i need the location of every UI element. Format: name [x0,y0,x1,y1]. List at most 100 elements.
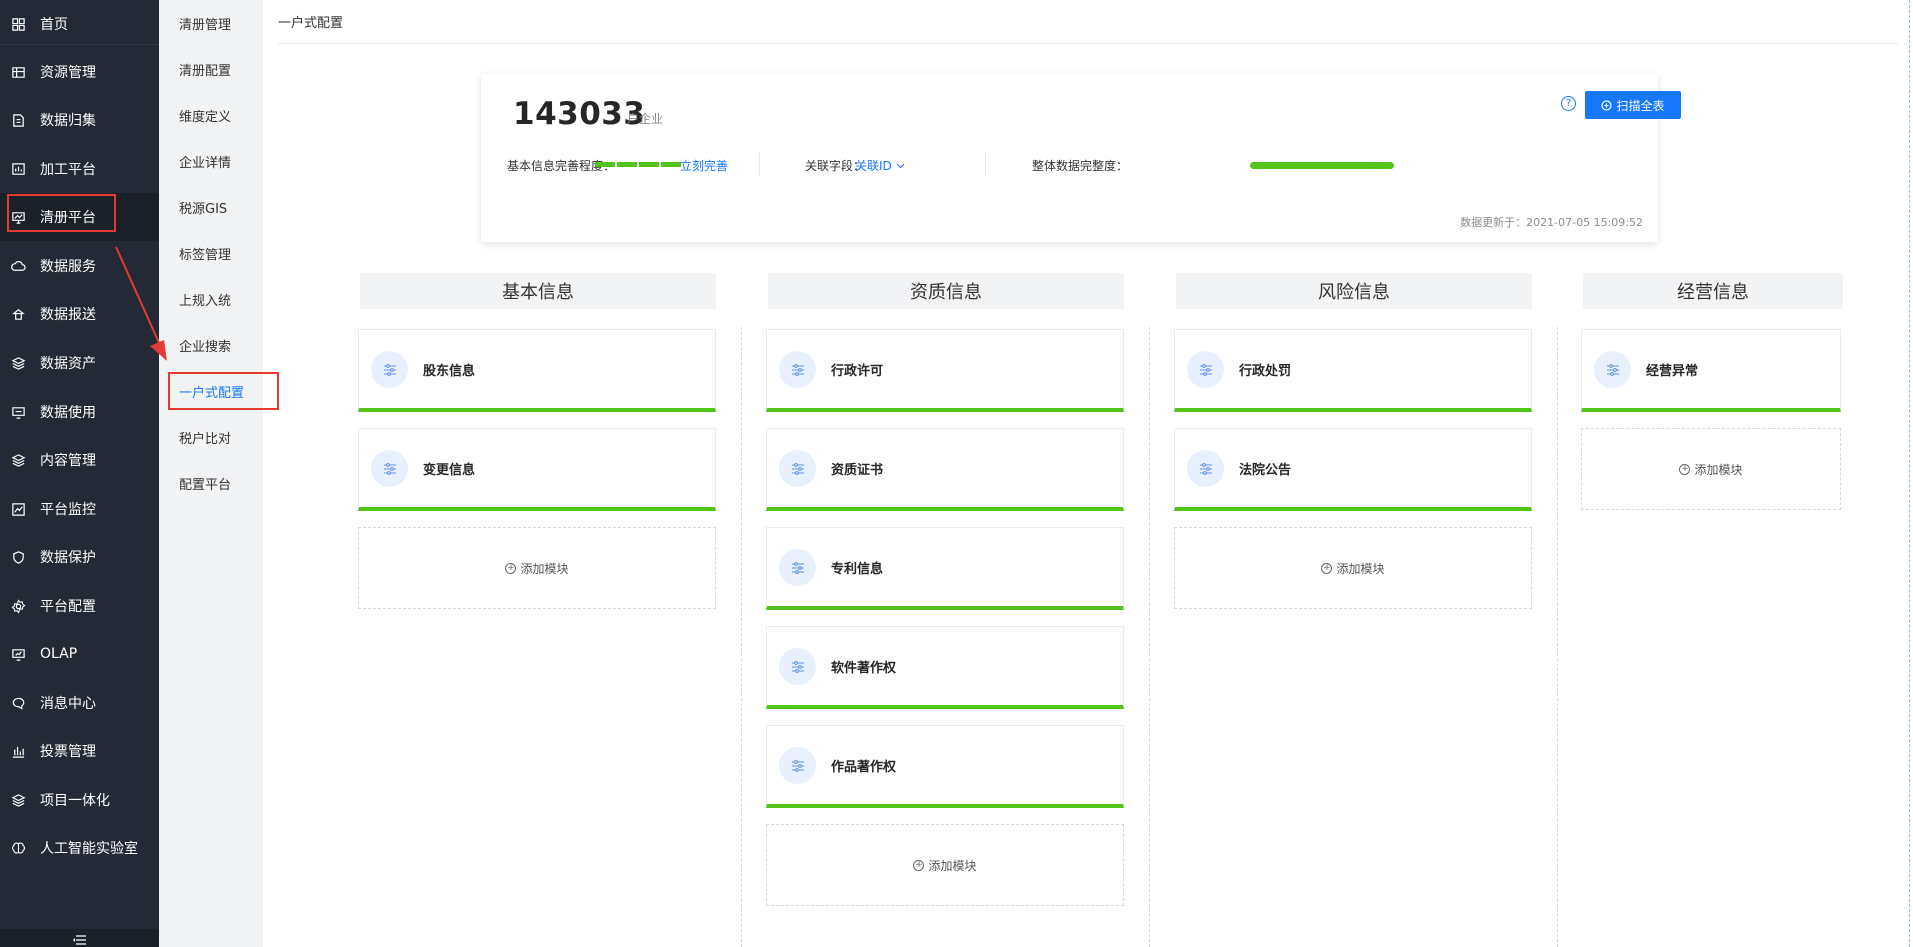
module-name: 法院公告 [1239,463,1292,478]
settings-sliders-icon [1187,351,1224,388]
module-name: 行政许可 [831,364,884,379]
column-title: 风险信息 [1176,273,1532,309]
overall-completeness-label: 整体数据完整度： [1032,159,1129,173]
title-divider [278,43,1898,44]
add-module-label: 添加模块 [1694,462,1743,477]
nav-item[interactable]: 平台监控 [0,485,159,533]
nav-item-label: 平台配置 [40,599,96,615]
update-time: 数据更新于：2021-07-05 15:09:52 [1460,216,1643,229]
module-name: 专利信息 [831,562,884,577]
nav-item-label: 人工智能实验室 [40,841,138,857]
page-title: 一户式配置 [278,16,344,31]
column-separator [1557,327,1558,947]
settings-sliders-icon [1594,351,1631,388]
column-separator [741,327,742,947]
add-module-button[interactable]: + 添加模块 [358,527,716,609]
scan-icon [1601,99,1613,111]
menu-fold-icon [72,935,86,945]
annotation-arrow-icon [115,246,167,361]
module-card[interactable]: 行政许可 [766,329,1124,412]
related-field-select[interactable]: 关联ID [855,157,905,174]
add-module-button[interactable]: + 添加模块 [1174,527,1532,609]
settings-sliders-icon [371,450,408,487]
module-name: 软件著作权 [831,661,897,676]
column-separator [1149,327,1150,947]
completeness-segment [661,162,681,167]
column-title: 经营信息 [1583,273,1843,309]
subnav-item[interactable]: 税户比对 [159,414,263,460]
collapse-menu-button[interactable] [0,929,159,947]
settings-sliders-icon [779,549,816,586]
settings-sliders-icon [779,450,816,487]
gear-icon [10,598,26,614]
divider [985,152,986,176]
overall-completeness-bar [1250,162,1394,169]
olap-icon [10,646,26,662]
nav-item[interactable]: 数据保护 [0,533,159,581]
nav-item-label: 投票管理 [40,744,96,760]
add-module-button[interactable]: + 添加模块 [1581,428,1841,510]
nav-item-label: 数据保护 [40,550,96,566]
nav-item-label: 项目一体化 [40,793,110,809]
layers-icon [10,792,26,808]
module-card[interactable]: 法院公告 [1174,428,1532,511]
help-icon[interactable]: ? [1561,96,1576,111]
module-name: 变更信息 [423,463,476,478]
plus-circle-icon: + [1321,562,1333,574]
module-name: 作品著作权 [831,760,897,775]
settings-sliders-icon [779,351,816,388]
module-card[interactable]: 行政处罚 [1174,329,1532,412]
subnav-item[interactable]: 配置平台 [159,460,263,506]
settings-sliders-icon [1187,450,1224,487]
module-card[interactable]: 专利信息 [766,527,1124,610]
nav-item-label: 数据使用 [40,405,96,421]
scan-table-button[interactable]: 扫描全表 [1585,91,1681,119]
main-content: 一户式配置 143033 户企业 ? 扫描全表 基本信息完善程度： 立刻完善 关… [263,0,1913,947]
divider [759,152,760,176]
module-card[interactable]: 软件著作权 [766,626,1124,709]
layers-icon [10,452,26,468]
scan-table-label: 扫描全表 [1616,98,1665,113]
nav-item[interactable]: OLAP [0,630,159,678]
chart-icon [10,501,26,517]
add-module-button[interactable]: + 添加模块 [766,824,1124,906]
screen-icon [10,404,26,420]
module-card[interactable]: 经营异常 [1581,329,1841,412]
plus-circle-icon: + [1679,463,1691,475]
shield-icon [10,549,26,565]
page-edge [1909,0,1910,947]
add-module-label: 添加模块 [928,858,977,873]
nav-item[interactable]: 内容管理 [0,436,159,484]
message-icon [10,695,26,711]
summary-card: 143033 户企业 ? 扫描全表 基本信息完善程度： 立刻完善 关联字段： 关… [481,74,1681,242]
module-name: 资质证书 [831,463,884,478]
module-card[interactable]: 资质证书 [766,428,1124,511]
related-field-value: 关联ID [855,159,892,173]
column-title: 基本信息 [360,273,716,309]
settings-sliders-icon [779,648,816,685]
bar-chart-icon [10,743,26,759]
complete-now-link[interactable]: 立刻完善 [680,157,728,174]
module-name: 行政处罚 [1239,364,1292,379]
completeness-segment [639,162,659,167]
nav-item-label: 内容管理 [40,453,96,469]
module-name: 经营异常 [1646,364,1699,379]
nav-item[interactable]: 项目一体化 [0,776,159,824]
module-card[interactable]: 作品著作权 [766,725,1124,808]
add-module-label: 添加模块 [1336,561,1385,576]
nav-item[interactable]: 人工智能实验室 [0,824,159,872]
nav-item[interactable]: 消息中心 [0,679,159,727]
nav-item-label: 消息中心 [40,696,96,712]
nav-item[interactable]: 平台配置 [0,582,159,630]
completeness-segment [617,162,637,167]
enterprise-total-unit: 户企业 [627,112,664,126]
plus-circle-icon: + [913,859,925,871]
column-title: 资质信息 [768,273,1124,309]
module-card[interactable]: 股东信息 [358,329,716,412]
chevron-down-icon [896,163,905,168]
module-card[interactable]: 变更信息 [358,428,716,511]
brain-icon [10,840,26,856]
nav-item[interactable]: 投票管理 [0,727,159,775]
completeness-segment [595,162,615,167]
nav-item-label: 平台监控 [40,502,96,518]
